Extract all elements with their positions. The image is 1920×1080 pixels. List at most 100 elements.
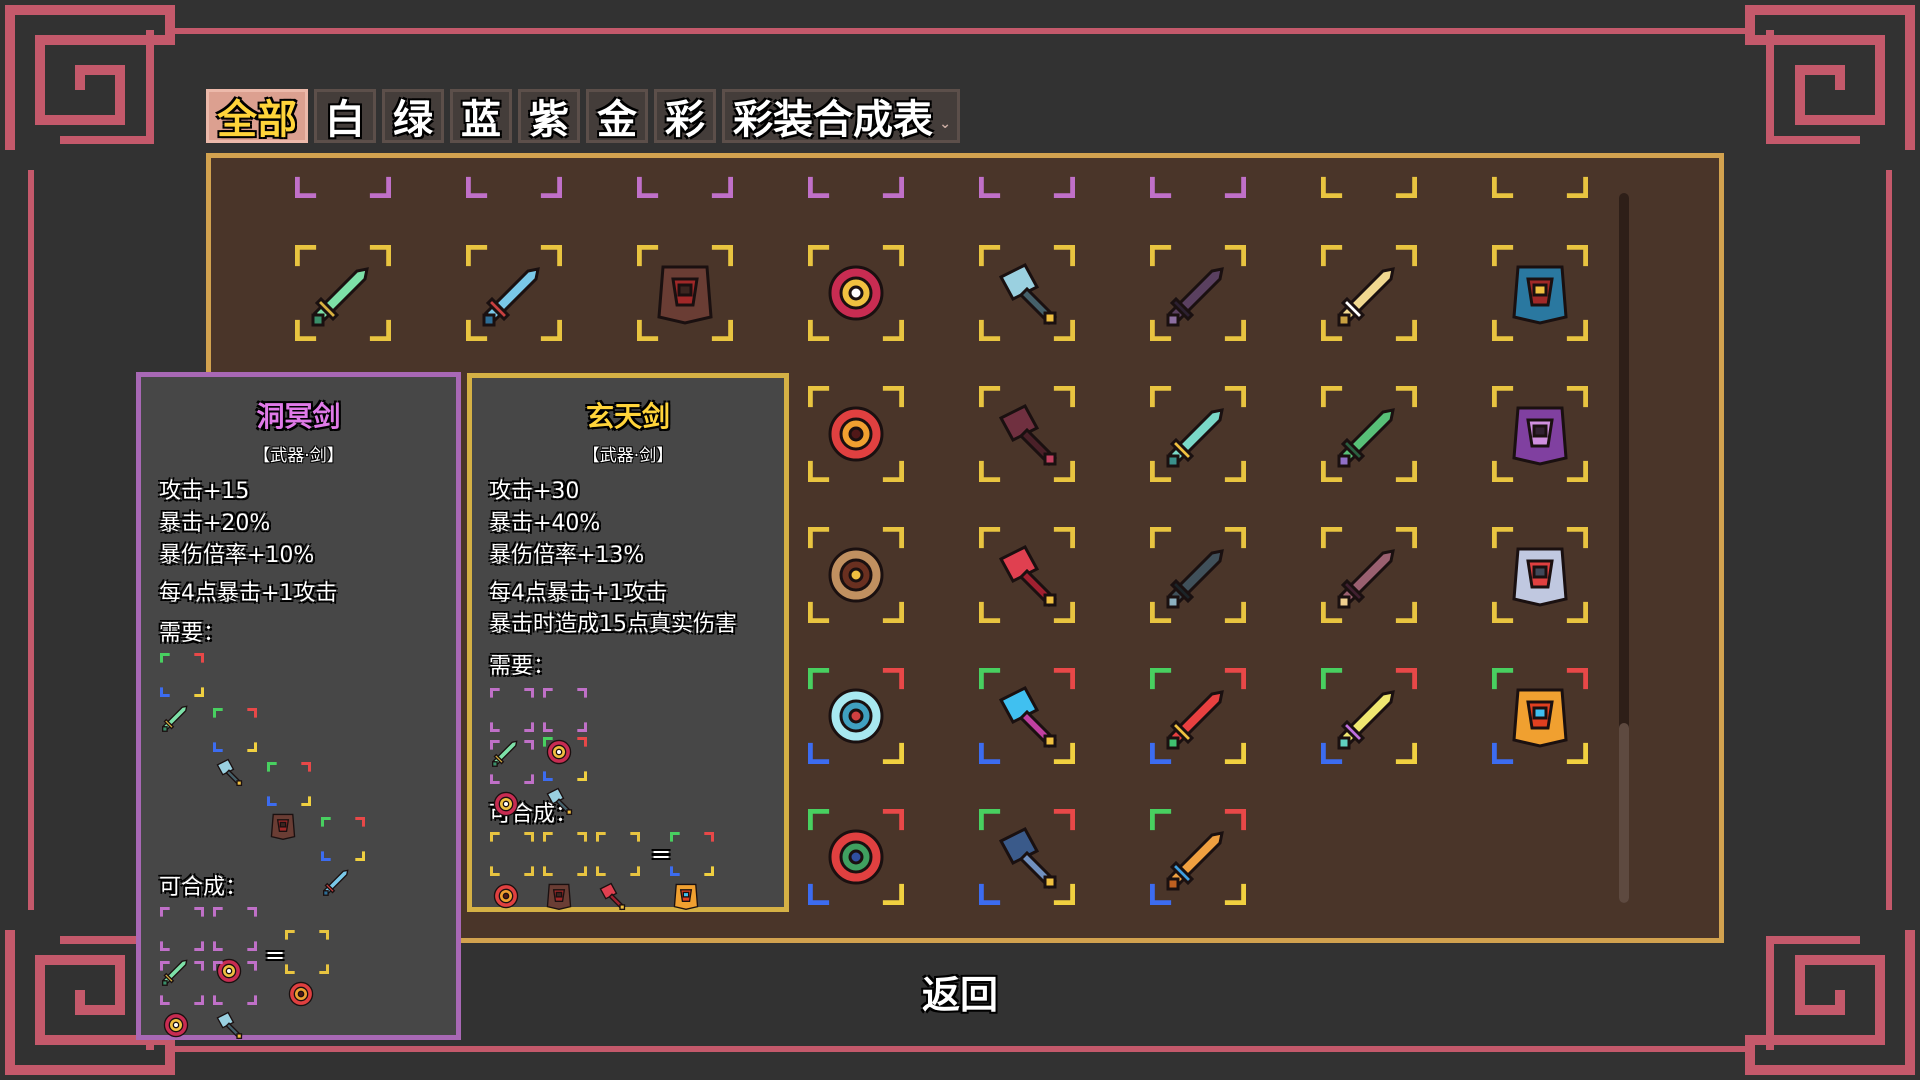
item-slot[interactable] bbox=[1492, 668, 1588, 764]
feather-icon[interactable] bbox=[490, 740, 534, 817]
tooltip-right-type: 【武器·剑】 bbox=[582, 446, 674, 466]
item-slot[interactable] bbox=[1150, 160, 1246, 198]
gold-sword-icon bbox=[1166, 831, 1224, 891]
item-slot[interactable] bbox=[1492, 527, 1588, 623]
tab-purple[interactable]: 紫 bbox=[518, 89, 580, 143]
feather-icon[interactable] bbox=[543, 688, 587, 765]
corner-ornament-top-right bbox=[1745, 5, 1915, 150]
blade-icon[interactable] bbox=[213, 708, 257, 787]
chest-armor-icon bbox=[1512, 265, 1568, 325]
item-slot[interactable] bbox=[1150, 386, 1246, 482]
item-slot[interactable] bbox=[295, 245, 391, 341]
cloth-armor-icon[interactable] bbox=[543, 832, 587, 911]
tab-blue[interactable]: 蓝 bbox=[450, 89, 512, 143]
cloth-armor-icon bbox=[657, 265, 713, 325]
sword-icon[interactable] bbox=[321, 817, 365, 896]
tooltip-right-stat: 暴击+40% bbox=[489, 511, 601, 536]
sword-icon[interactable] bbox=[490, 688, 534, 767]
axe-icon bbox=[998, 263, 1058, 326]
tooltip-right-stat: 每4点暴击+1攻击 bbox=[489, 581, 668, 606]
arrowhead-icon[interactable] bbox=[267, 762, 311, 841]
item-slot[interactable] bbox=[1150, 809, 1246, 905]
equals-sign: = bbox=[651, 840, 672, 868]
frame-left-line bbox=[28, 170, 34, 910]
ring-icon bbox=[1337, 267, 1395, 327]
item-slot[interactable] bbox=[1150, 527, 1246, 623]
item-slot[interactable] bbox=[1150, 668, 1246, 764]
frame-top-line bbox=[170, 28, 1750, 34]
item-slot[interactable] bbox=[1321, 160, 1417, 198]
bow-icon bbox=[828, 547, 884, 603]
tooltip-left-stat: 攻击+15 bbox=[159, 479, 250, 504]
item-slot[interactable] bbox=[1492, 245, 1588, 341]
sword-icon[interactable] bbox=[160, 907, 204, 986]
item-slot[interactable] bbox=[808, 527, 904, 623]
item-slot[interactable] bbox=[979, 527, 1075, 623]
item-slot[interactable] bbox=[1321, 386, 1417, 482]
item-slot[interactable] bbox=[979, 809, 1075, 905]
item-slot[interactable] bbox=[979, 160, 1075, 198]
blade-icon[interactable] bbox=[213, 961, 257, 1040]
item-slot[interactable] bbox=[808, 386, 904, 482]
sword-blue-icon bbox=[482, 267, 540, 327]
item-slot[interactable] bbox=[1492, 160, 1588, 198]
item-slot[interactable] bbox=[979, 245, 1075, 341]
feather-icon[interactable] bbox=[160, 653, 204, 732]
tooltip-left-stat: 暴伤倍率+10% bbox=[159, 543, 315, 568]
back-button[interactable]: 返回 bbox=[918, 968, 1002, 1017]
feather-icon[interactable] bbox=[213, 907, 257, 984]
item-slot[interactable] bbox=[979, 668, 1075, 764]
corner-ornament-bottom-right bbox=[1745, 930, 1915, 1075]
filter-tabs: 全部 白 绿 蓝 紫 金 彩 彩装合成表 ⌄ bbox=[206, 89, 960, 147]
book-icon bbox=[1337, 690, 1395, 750]
tooltip-right-name: 玄天剑 bbox=[585, 400, 670, 433]
tooltip-left-stat: 每4点暴击+1攻击 bbox=[159, 581, 338, 606]
tooltip-right-stat: 攻击+30 bbox=[489, 479, 580, 504]
crossblade-icon bbox=[828, 406, 884, 462]
crossblade-icon[interactable] bbox=[285, 930, 329, 1007]
tooltip-right-stat: 暴伤倍率+13% bbox=[489, 543, 645, 568]
item-slot[interactable] bbox=[637, 245, 733, 341]
tab-all[interactable]: 全部 bbox=[206, 89, 308, 143]
gem-icon bbox=[1337, 549, 1395, 609]
shield-icon bbox=[828, 265, 884, 321]
item-slot[interactable] bbox=[979, 386, 1075, 482]
tome-icon bbox=[998, 827, 1058, 890]
red-dagger-icon bbox=[998, 545, 1058, 608]
tooltip-right-stat: 暴击时造成15点真实伤害 bbox=[489, 612, 737, 637]
frame-bottom-line bbox=[170, 1046, 1750, 1052]
tab-rainbow[interactable]: 彩 bbox=[654, 89, 716, 143]
red-sword-icon[interactable] bbox=[596, 832, 640, 911]
tooltip-left-stat: 暴击+20% bbox=[159, 511, 271, 536]
grid-scrollbar-thumb[interactable] bbox=[1619, 723, 1629, 903]
tab-rainbow-craft-label: 彩装合成表 bbox=[733, 97, 933, 143]
tooltip-left-name: 洞冥剑 bbox=[256, 400, 341, 433]
item-slot[interactable] bbox=[1321, 245, 1417, 341]
feather-icon[interactable] bbox=[160, 961, 204, 1038]
egg-icon bbox=[998, 404, 1058, 467]
dagger-icon bbox=[1512, 406, 1568, 466]
stone-icon bbox=[1166, 267, 1224, 327]
tooltip-left-require-label: 需要： bbox=[159, 621, 226, 646]
crossblade-icon[interactable] bbox=[490, 832, 534, 909]
tab-rainbow-craft-table[interactable]: 彩装合成表 ⌄ bbox=[722, 89, 960, 143]
spear-icon bbox=[1512, 547, 1568, 607]
blade-icon[interactable] bbox=[543, 737, 587, 816]
item-slot[interactable] bbox=[1150, 245, 1246, 341]
item-slot[interactable] bbox=[808, 809, 904, 905]
crystal-sword-icon bbox=[828, 688, 884, 744]
item-slot[interactable] bbox=[1321, 527, 1417, 623]
item-slot[interactable] bbox=[808, 668, 904, 764]
equals-sign: = bbox=[265, 941, 286, 969]
chevron-down-icon: ⌄ bbox=[939, 116, 951, 132]
tab-green[interactable]: 绿 bbox=[382, 89, 444, 143]
flame-sword-icon bbox=[1512, 688, 1568, 748]
frame-right-line bbox=[1886, 170, 1892, 910]
tab-white[interactable]: 白 bbox=[314, 89, 376, 143]
item-slot[interactable] bbox=[1321, 668, 1417, 764]
item-slot[interactable] bbox=[808, 245, 904, 341]
flame-sword-icon[interactable] bbox=[670, 832, 714, 911]
item-slot[interactable] bbox=[1492, 386, 1588, 482]
tab-gold[interactable]: 金 bbox=[586, 89, 648, 143]
item-slot[interactable] bbox=[466, 245, 562, 341]
